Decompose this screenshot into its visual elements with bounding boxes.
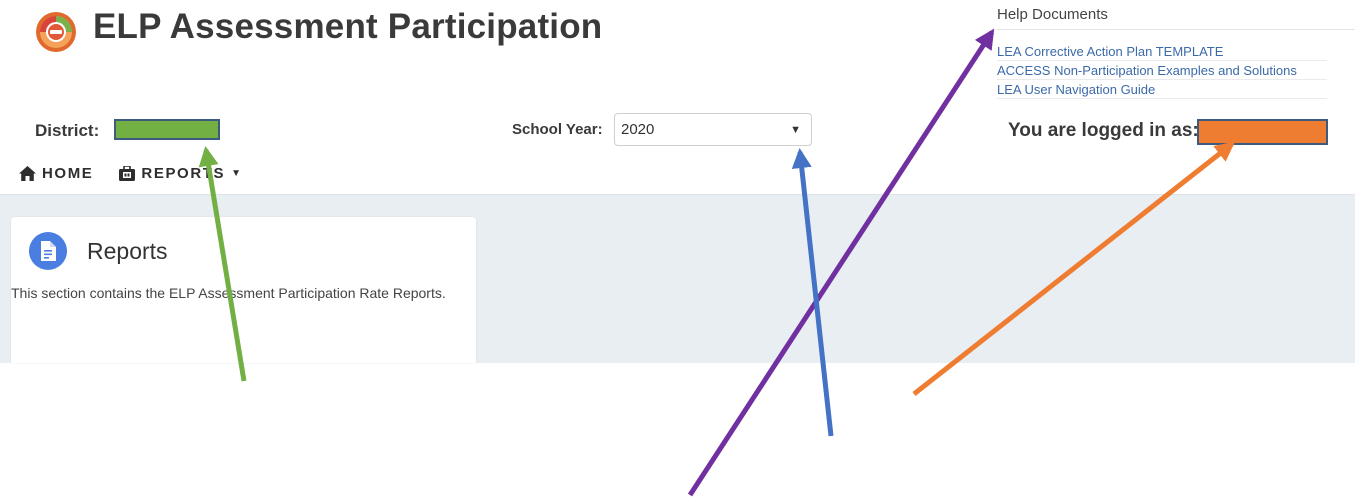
annotation-arrows — [198, 28, 1236, 497]
green-arrow — [198, 146, 247, 382]
blue-arrow — [791, 148, 834, 437]
purple-arrow — [687, 28, 995, 497]
orange-arrow — [912, 141, 1236, 396]
